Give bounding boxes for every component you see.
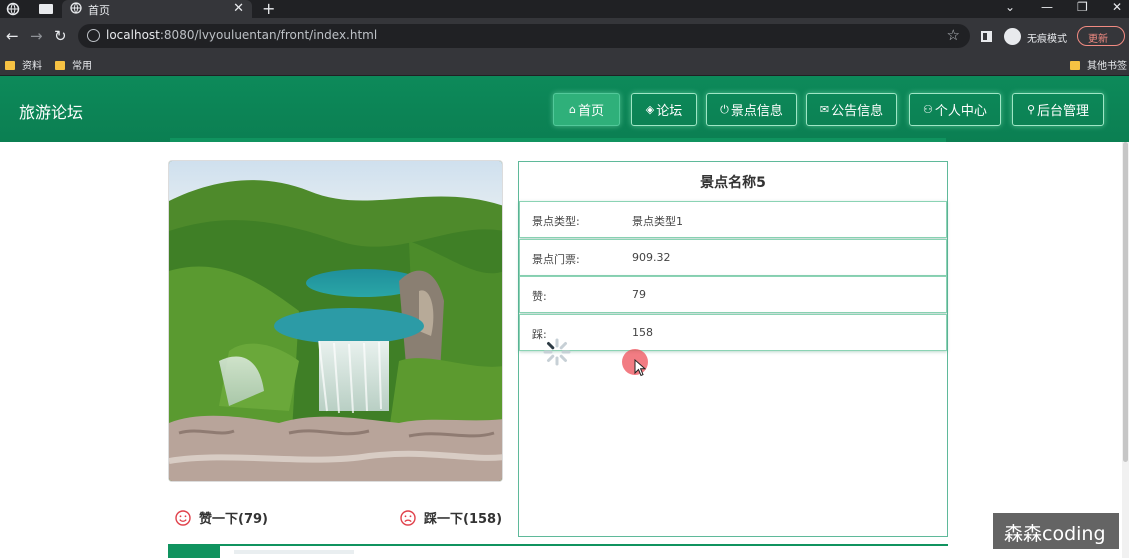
nav-admin[interactable]: ⚲ 后台管理 bbox=[1012, 93, 1104, 126]
like-label: 赞一下(79) bbox=[199, 512, 268, 527]
comment-tab-strip bbox=[168, 544, 948, 558]
user-icon: ⚇ bbox=[923, 103, 933, 116]
restore-button[interactable]: ❐ bbox=[1077, 0, 1088, 14]
nav-home[interactable]: ⌂ 首页 bbox=[553, 93, 620, 126]
side-panel-icon[interactable] bbox=[981, 31, 992, 42]
video-watermark: 森森coding bbox=[993, 513, 1119, 549]
detail-key: 景点类型: bbox=[532, 215, 580, 228]
link-icon: ⚲ bbox=[1026, 103, 1036, 116]
other-bookmarks[interactable]: 其他书签 bbox=[1070, 57, 1127, 72]
layers-icon: ◈ bbox=[645, 103, 655, 116]
tab-inactive-marker[interactable] bbox=[234, 550, 354, 554]
detail-value: 909.32 bbox=[632, 251, 671, 264]
tab-close-icon[interactable]: ✕ bbox=[233, 1, 244, 16]
scenic-photo bbox=[168, 160, 503, 482]
page-scrollbar[interactable] bbox=[1122, 142, 1129, 558]
browser-tab-bar: 首页 ✕ + ⌄ — ❐ ✕ bbox=[0, 0, 1129, 18]
site-brand[interactable]: 旅游论坛 bbox=[19, 99, 83, 123]
browser-toolbar: ← → ↻ localhost:8080/lvyouluentan/front/… bbox=[0, 18, 1129, 54]
active-tab[interactable]: 首页 ✕ bbox=[62, 0, 252, 18]
dislike-label: 踩一下(158) bbox=[424, 512, 503, 527]
update-button[interactable]: 更新 bbox=[1077, 26, 1125, 46]
folder-icon bbox=[5, 61, 15, 70]
incognito-icon bbox=[1004, 28, 1021, 45]
nav-scenic-info[interactable]: ⏻ 景点信息 bbox=[706, 93, 797, 126]
detail-row-likes: 赞: 79 bbox=[519, 276, 947, 313]
tab-search-icon[interactable]: ⌄ bbox=[1005, 0, 1015, 14]
nav-announcements[interactable]: ✉ 公告信息 bbox=[806, 93, 897, 126]
tab-favicon-icon bbox=[70, 2, 82, 14]
detail-value: 景点类型1 bbox=[632, 215, 683, 228]
like-button[interactable]: 赞一下(79) bbox=[175, 508, 268, 527]
new-tab-button[interactable]: + bbox=[262, 0, 275, 18]
detail-key: 景点门票: bbox=[532, 253, 580, 266]
nav-forum[interactable]: ◈ 论坛 bbox=[631, 93, 697, 126]
minimize-button[interactable]: — bbox=[1041, 0, 1053, 14]
mail-icon: ✉ bbox=[819, 103, 830, 116]
incognito-label: 无痕模式 bbox=[1027, 34, 1067, 45]
mouse-cursor-icon bbox=[634, 359, 646, 377]
scenic-detail-card: 景点名称5 景点类型: 景点类型1 景点门票: 909.32 赞: 79 踩: … bbox=[518, 161, 948, 537]
screen: 首页 ✕ + ⌄ — ❐ ✕ ← → ↻ localhost:8080/lvyo… bbox=[0, 0, 1129, 558]
close-window-button[interactable]: ✕ bbox=[1112, 0, 1122, 14]
address-bar[interactable]: localhost:8080/lvyouluentan/front/index.… bbox=[78, 24, 970, 48]
loading-spinner-icon bbox=[543, 338, 571, 366]
site-header: 旅游论坛 ⌂ 首页 ◈ 论坛 ⏻ 景点信息 ✉ 公告信息 ⚇ 个人中心 ⚲ 后台管理 bbox=[0, 76, 1129, 142]
detail-value: 79 bbox=[632, 288, 646, 301]
globe-icon[interactable] bbox=[6, 2, 28, 16]
reload-icon[interactable]: ↻ bbox=[54, 27, 67, 45]
forward-arrow-icon[interactable]: → bbox=[30, 27, 43, 45]
sad-face-icon bbox=[400, 509, 416, 526]
scrollbar-thumb[interactable] bbox=[1123, 142, 1128, 462]
home-icon: ⌂ bbox=[569, 103, 576, 116]
folder-icon bbox=[1070, 61, 1080, 70]
detail-row-ticket: 景点门票: 909.32 bbox=[519, 239, 947, 276]
window-icon[interactable] bbox=[36, 2, 58, 16]
detail-row-type: 景点类型: 景点类型1 bbox=[519, 201, 947, 238]
detail-value: 158 bbox=[632, 326, 653, 339]
dislike-button[interactable]: 踩一下(158) bbox=[400, 508, 502, 527]
power-icon: ⏻ bbox=[720, 102, 729, 116]
back-arrow-icon[interactable]: ← bbox=[6, 27, 19, 45]
bookmark-folder-ziliao[interactable]: 资料 bbox=[5, 57, 42, 72]
folder-icon bbox=[55, 61, 65, 70]
bookmark-folder-changyong[interactable]: 常用 bbox=[55, 57, 92, 72]
nav-profile[interactable]: ⚇ 个人中心 bbox=[909, 93, 1001, 126]
tab-title: 首页 bbox=[88, 4, 110, 17]
detail-row-dislikes: 踩: 158 bbox=[519, 314, 947, 351]
site-info-icon[interactable] bbox=[87, 29, 100, 42]
scenic-name: 景点名称5 bbox=[700, 175, 766, 191]
bookmark-star-icon[interactable]: ☆ bbox=[947, 26, 960, 44]
landscape-waterfall-image bbox=[169, 161, 502, 481]
header-underline bbox=[170, 138, 946, 142]
detail-key: 赞: bbox=[532, 290, 547, 303]
tab-active-marker[interactable] bbox=[168, 546, 220, 558]
bookmarks-bar: 资料 常用 其他书签 bbox=[0, 54, 1129, 76]
url-text: localhost:8080/lvyouluentan/front/index.… bbox=[106, 28, 378, 42]
smile-face-icon bbox=[175, 509, 191, 526]
